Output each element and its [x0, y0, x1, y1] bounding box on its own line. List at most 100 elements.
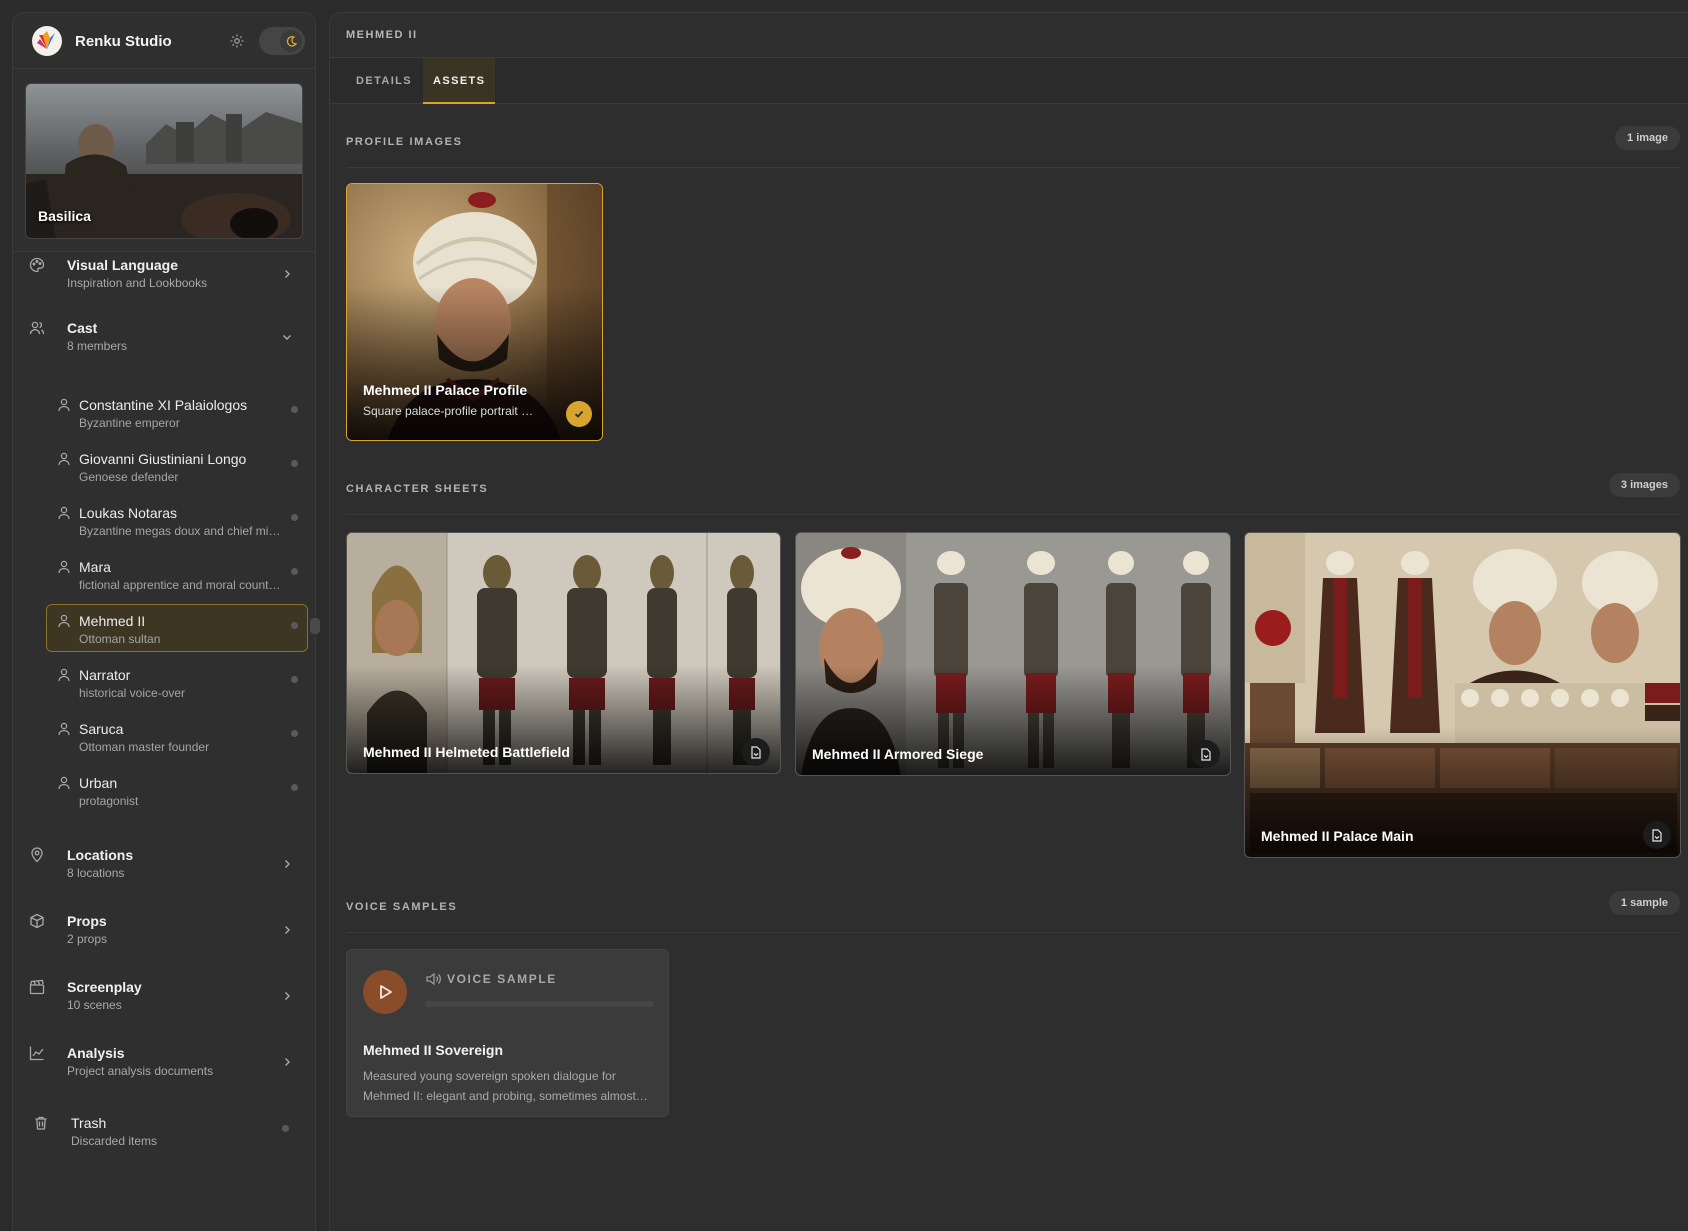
- image-description: Square palace-profile portrait …: [363, 404, 534, 418]
- divider: [346, 932, 1681, 933]
- section-cast[interactable]: Cast 8 members: [29, 318, 301, 362]
- cast-role: Ottoman master founder: [79, 740, 210, 754]
- settings-gear-icon[interactable]: [227, 31, 247, 51]
- chevron-right-icon: [285, 926, 290, 934]
- user-icon: [58, 722, 70, 736]
- document-icon[interactable]: [1643, 821, 1671, 849]
- voice-sample-card[interactable]: VOICE SAMPLE Mehmed II Sovereign Measure…: [346, 949, 669, 1117]
- cast-item-constantine[interactable]: Constantine XI Palaiologos Byzantine emp…: [46, 388, 308, 436]
- cast-item-urban[interactable]: Urban protagonist: [46, 766, 308, 814]
- divider: [346, 514, 1681, 515]
- line-chart-icon: [29, 1046, 44, 1061]
- voice-sample-title: Mehmed II Sovereign: [363, 1042, 504, 1058]
- cast-item-saruca[interactable]: Saruca Ottoman master founder: [46, 712, 308, 760]
- count-badge: 1 sample: [1608, 891, 1680, 915]
- cast-name: Narrator: [79, 667, 131, 683]
- cast-role: Ottoman sultan: [79, 632, 161, 646]
- divider: [346, 167, 1681, 168]
- status-dot: [291, 622, 298, 629]
- cast-name: Urban: [79, 775, 118, 791]
- theme-toggle[interactable]: [259, 27, 305, 55]
- moon-icon: [280, 30, 302, 52]
- character-sheet-card[interactable]: Mehmed II Armored Siege: [795, 532, 1231, 776]
- brand-name: Renku Studio: [75, 33, 172, 50]
- section-title: Visual Language: [67, 257, 178, 273]
- section-title: Locations: [67, 847, 134, 863]
- cast-item-narrator[interactable]: Narrator historical voice-over: [46, 658, 308, 706]
- sidebar-header: Renku Studio: [13, 13, 315, 69]
- main-panel: MEHMED II DETAILS ASSETS PROFILE IMAGES …: [329, 12, 1688, 1231]
- section-locations[interactable]: Locations 8 locations: [29, 845, 301, 889]
- sidebar-resize-handle[interactable]: [310, 618, 320, 634]
- chevron-right-icon: [285, 1058, 290, 1066]
- user-icon: [58, 506, 70, 520]
- cast-item-giustiniani[interactable]: Giovanni Giustiniani Longo Genoese defen…: [46, 442, 308, 490]
- section-title: Trash: [71, 1115, 107, 1131]
- section-subtitle: Project analysis documents: [67, 1064, 214, 1078]
- section-subtitle: 8 members: [67, 339, 128, 353]
- chevron-down-icon: [283, 335, 291, 340]
- cast-name: Mara: [79, 559, 111, 575]
- box-icon: [30, 913, 44, 929]
- section-subtitle: Discarded items: [71, 1134, 158, 1148]
- clapperboard-icon: [29, 979, 45, 995]
- user-icon: [58, 560, 70, 574]
- section-title: Props: [67, 913, 107, 929]
- tab-assets[interactable]: ASSETS: [423, 58, 496, 104]
- selected-check-icon[interactable]: [566, 401, 592, 427]
- cast-role: Byzantine megas doux and chief mi…: [79, 524, 281, 538]
- cast-item-mehmed[interactable]: Mehmed II Ottoman sultan: [46, 604, 308, 652]
- project-card[interactable]: Basilica: [25, 83, 303, 239]
- trash-icon: [35, 1116, 47, 1130]
- character-sheet-card[interactable]: Mehmed II Helmeted Battlefield: [346, 532, 781, 774]
- character-sheet-card[interactable]: Mehmed II Palace Main: [1244, 532, 1681, 858]
- speaker-icon: [426, 972, 441, 986]
- section-trash[interactable]: Trash Discarded items: [29, 1113, 301, 1157]
- cast-item-notaras[interactable]: Loukas Notaras Byzantine megas doux and …: [46, 496, 308, 544]
- count-badge: 1 image: [1615, 126, 1680, 150]
- chevron-right-icon: [285, 992, 290, 1000]
- status-dot: [291, 406, 298, 413]
- voice-sample-description: Measured young sovereign spoken dialogue…: [363, 1066, 653, 1106]
- description-line: Measured young sovereign spoken dialogue…: [363, 1069, 616, 1083]
- cast-name: Loukas Notaras: [79, 505, 178, 521]
- tab-details[interactable]: DETAILS: [346, 58, 422, 104]
- cast-item-mara[interactable]: Mara fictional apprentice and moral coun…: [46, 550, 308, 598]
- status-dot: [291, 568, 298, 575]
- user-icon: [58, 614, 70, 628]
- status-dot: [291, 676, 298, 683]
- palette-icon: [29, 257, 45, 273]
- image-title: Mehmed II Palace Profile: [363, 382, 528, 398]
- audio-progress-track[interactable]: [425, 1001, 654, 1007]
- section-subtitle: 10 scenes: [67, 998, 122, 1012]
- section-title: Cast: [67, 320, 98, 336]
- status-dot: [291, 460, 298, 467]
- play-button[interactable]: [363, 970, 407, 1014]
- cast-role: Genoese defender: [79, 470, 179, 484]
- cast-name: Saruca: [79, 721, 124, 737]
- section-subtitle: 8 locations: [67, 866, 125, 880]
- profile-image-card[interactable]: Mehmed II Palace Profile Square palace-p…: [346, 183, 603, 441]
- user-icon: [58, 668, 70, 682]
- user-icon: [58, 398, 70, 412]
- tab-bar: DETAILS ASSETS: [330, 58, 1688, 104]
- section-visual-language[interactable]: Visual Language Inspiration and Lookbook…: [29, 255, 301, 299]
- map-pin-icon: [31, 847, 43, 863]
- cast-role: fictional apprentice and moral count…: [79, 578, 281, 592]
- user-icon: [58, 452, 70, 466]
- section-analysis[interactable]: Analysis Project analysis documents: [29, 1043, 301, 1087]
- cast-role: Byzantine emperor: [79, 416, 180, 430]
- section-title: Analysis: [67, 1045, 125, 1061]
- document-icon[interactable]: [742, 738, 770, 766]
- status-dot: [291, 784, 298, 791]
- section-subtitle: Inspiration and Lookbooks: [67, 276, 208, 290]
- section-screenplay[interactable]: Screenplay 10 scenes: [29, 977, 301, 1021]
- project-name: Basilica: [38, 208, 91, 224]
- user-icon: [58, 776, 70, 790]
- document-icon[interactable]: [1192, 740, 1220, 768]
- image-title: Mehmed II Armored Siege: [812, 746, 984, 762]
- section-heading-character-sheets: CHARACTER SHEETS: [346, 483, 489, 495]
- cast-role: protagonist: [79, 794, 139, 808]
- section-props[interactable]: Props 2 props: [29, 911, 301, 955]
- chevron-right-icon: [285, 270, 290, 278]
